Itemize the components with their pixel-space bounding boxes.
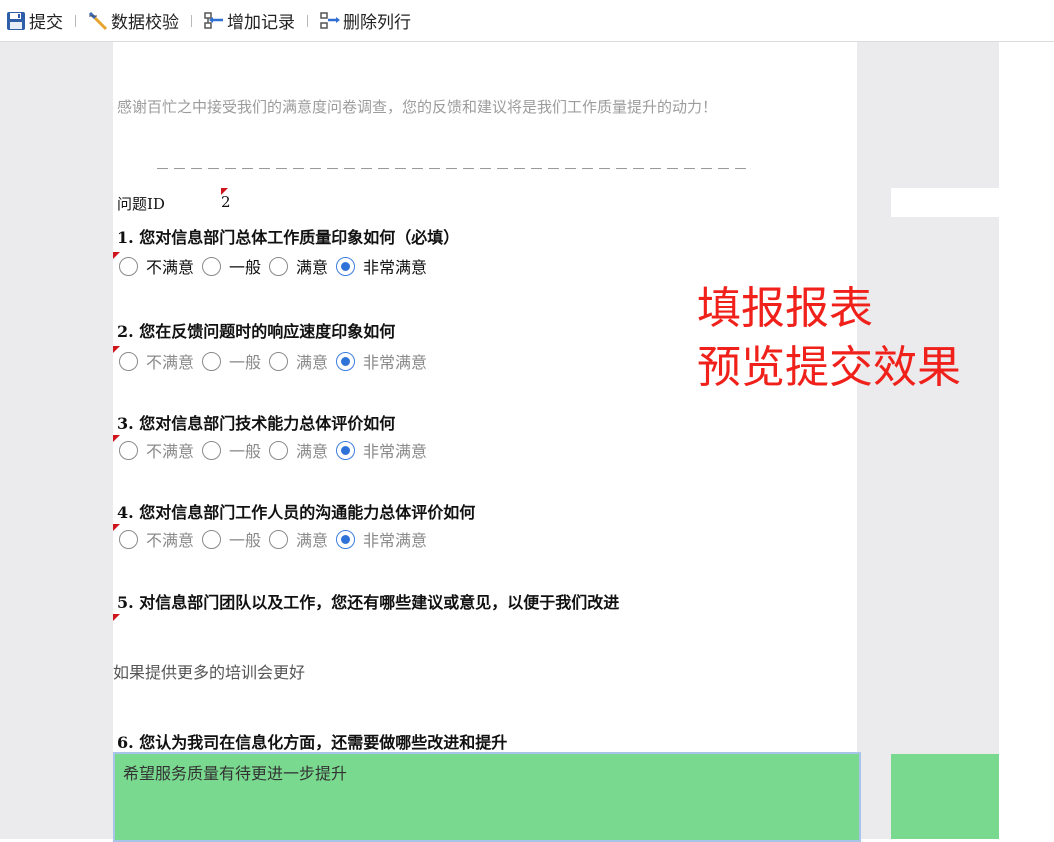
option-label: 一般 — [229, 442, 262, 461]
option-satisfied[interactable]: 满意 — [269, 254, 328, 278]
rating-options-q2: 不满意 一般 满意 非常满意 — [119, 350, 435, 372]
overlay-caption-line2: 预览提交效果 — [697, 342, 961, 393]
option-label: 不满意 — [146, 353, 195, 372]
option-label: 满意 — [296, 531, 329, 550]
radio-button[interactable] — [269, 440, 289, 460]
option-satisfied[interactable]: 满意 — [269, 438, 328, 462]
question-id-label: 问题ID — [117, 195, 165, 213]
radio-button[interactable] — [202, 440, 222, 460]
save-icon — [5, 10, 27, 32]
radio-button-selected[interactable] — [336, 351, 356, 371]
divider-line: －－－－－－－－－－－－－－－－－－－－－－－－－－－－－－－－－－－ — [155, 160, 751, 178]
delete-row-icon — [319, 10, 341, 32]
add-record-label: 增加记录 — [227, 13, 295, 33]
option-satisfied[interactable]: 满意 — [269, 527, 328, 551]
option-label: 一般 — [229, 353, 262, 372]
add-record-button[interactable]: 增加记录 — [200, 6, 298, 36]
rating-options-q4: 不满意 一般 满意 非常满意 — [119, 528, 435, 550]
add-record-icon — [203, 10, 225, 32]
check-wand-icon — [87, 10, 109, 32]
radio-button[interactable] — [119, 529, 138, 549]
option-unsatisfied[interactable]: 不满意 — [119, 438, 194, 462]
cell-flag-marker — [113, 614, 120, 621]
radio-button[interactable] — [269, 351, 289, 371]
option-unsatisfied[interactable]: 不满意 — [119, 527, 194, 551]
question-title: 3. 您对信息部门技术能力总体评价如何 — [117, 414, 396, 433]
radio-button[interactable] — [119, 256, 138, 276]
radio-button[interactable] — [119, 440, 138, 460]
option-very-satisfied[interactable]: 非常满意 — [336, 254, 427, 278]
rating-options-q3: 不满意 一般 满意 非常满意 — [119, 439, 435, 461]
question-id-value: 2 — [221, 193, 231, 211]
option-label: 满意 — [296, 258, 329, 277]
question-title: 5. 对信息部门团队以及工作，您还有哪些建议或意见，以便于我们改进 — [117, 593, 620, 612]
radio-button-selected[interactable] — [336, 256, 356, 276]
radio-button[interactable] — [269, 529, 289, 549]
toolbar-divider — [307, 14, 308, 27]
option-satisfied[interactable]: 满意 — [269, 349, 328, 373]
option-unsatisfied[interactable]: 不满意 — [119, 349, 194, 373]
option-label: 一般 — [229, 258, 262, 277]
toolbar-divider — [191, 14, 192, 27]
radio-button[interactable] — [202, 256, 222, 276]
delete-row-button[interactable]: 删除列行 — [316, 6, 414, 36]
radio-button[interactable] — [119, 351, 138, 371]
overlay-caption-line1: 填报报表 — [697, 283, 873, 334]
delete-row-label: 删除列行 — [343, 13, 411, 33]
radio-button[interactable] — [269, 256, 289, 276]
radio-button-selected[interactable] — [336, 529, 356, 549]
side-highlight-cell — [891, 754, 999, 839]
option-very-satisfied[interactable]: 非常满意 — [336, 438, 427, 462]
option-label: 不满意 — [146, 442, 195, 461]
validate-label: 数据校验 — [111, 13, 179, 33]
question-title: 4. 您对信息部门工作人员的沟通能力总体评价如何 — [117, 503, 476, 522]
option-average[interactable]: 一般 — [202, 254, 261, 278]
option-label: 满意 — [296, 442, 329, 461]
option-label: 满意 — [296, 353, 329, 372]
option-label: 不满意 — [146, 531, 195, 550]
intro-text: 感谢百忙之中接受我们的满意度问卷调查，您的反馈和建议将是我们工作质量提升的动力！ — [117, 98, 718, 116]
validate-button[interactable]: 数据校验 — [84, 6, 182, 36]
option-very-satisfied[interactable]: 非常满意 — [336, 349, 427, 373]
rating-options-q1: 不满意 一般 满意 非常满意 — [119, 255, 435, 277]
option-average[interactable]: 一般 — [202, 349, 261, 373]
toolbar-divider — [75, 14, 76, 27]
question-title: 6. 您认为我司在信息化方面，还需要做哪些改进和提升 — [117, 733, 508, 752]
toolbar: 提交 数据校验 增加记录 删除列行 — [0, 0, 1054, 42]
option-label: 一般 — [229, 531, 262, 550]
radio-button[interactable] — [202, 351, 222, 371]
question-title: 1. 您对信息部门总体工作质量印象如何（必填） — [117, 228, 460, 247]
suggestion-answer[interactable]: 如果提供更多的培训会更好 — [113, 659, 305, 683]
improvement-textarea[interactable]: 希望服务质量有待更进一步提升 — [113, 752, 861, 842]
option-label: 非常满意 — [363, 531, 428, 550]
submit-label: 提交 — [29, 13, 63, 33]
option-label: 不满意 — [146, 258, 195, 277]
radio-button-selected[interactable] — [336, 440, 356, 460]
option-label: 非常满意 — [363, 353, 428, 372]
option-average[interactable]: 一般 — [202, 527, 261, 551]
option-average[interactable]: 一般 — [202, 438, 261, 462]
radio-button[interactable] — [202, 529, 222, 549]
option-label: 非常满意 — [363, 442, 428, 461]
option-unsatisfied[interactable]: 不满意 — [119, 254, 194, 278]
option-label: 非常满意 — [363, 258, 428, 277]
submit-button[interactable]: 提交 — [2, 6, 66, 36]
question-title: 2. 您在反馈问题时的响应速度印象如何 — [117, 322, 396, 341]
right-margin — [999, 42, 1054, 839]
option-very-satisfied[interactable]: 非常满意 — [336, 527, 427, 551]
side-cell — [891, 188, 999, 217]
